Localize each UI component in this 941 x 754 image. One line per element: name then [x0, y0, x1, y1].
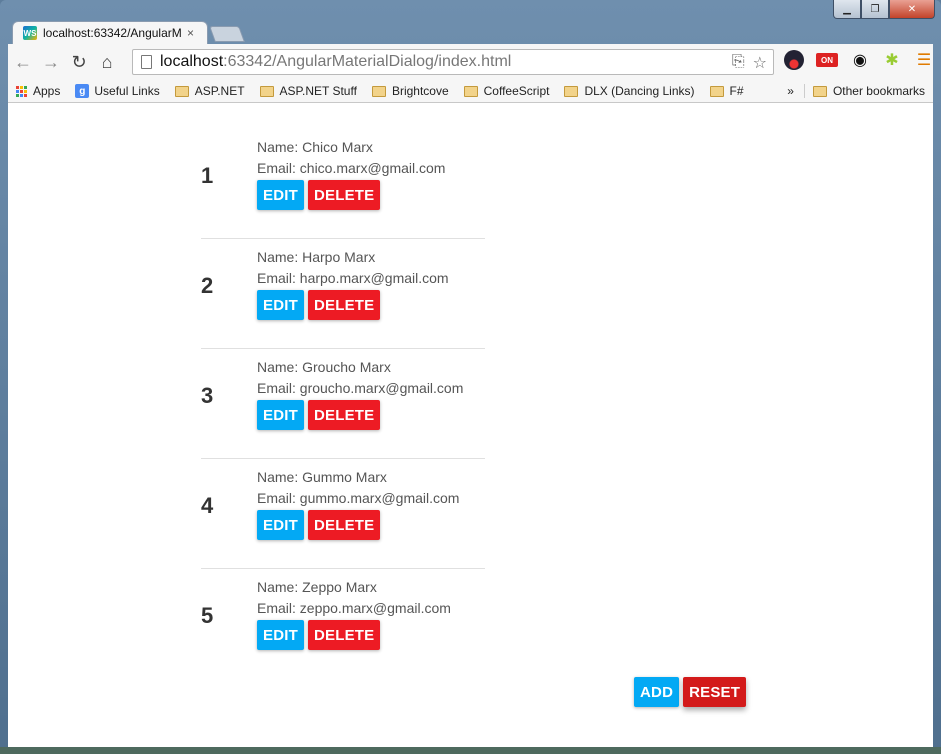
- bookmark-label: Apps: [33, 84, 61, 98]
- item-number: 4: [201, 493, 214, 518]
- star-icon[interactable]: ☆: [753, 53, 767, 73]
- item-name: Name: Harpo Marx: [257, 249, 376, 265]
- speedometer-extension-icon[interactable]: [784, 50, 804, 70]
- browser-window: ▁ ❐ ✕ WS localhost:63342/AngularM × ← → …: [0, 0, 941, 754]
- item-email: Email: zeppo.marx@gmail.com: [257, 600, 451, 616]
- bookmark-folder-coffeescript[interactable]: CoffeeScript: [463, 84, 550, 98]
- item-email: Email: groucho.marx@gmail.com: [257, 380, 464, 396]
- bookmark-label: Brightcove: [391, 84, 449, 98]
- item-name: Name: Gummo Marx: [257, 469, 387, 485]
- edit-button[interactable]: EDIT: [257, 620, 304, 650]
- list-actions: ADD RESET: [634, 677, 747, 707]
- browser-toolbar: ← → ↻ ⌂ localhost:63342/AngularMaterialD…: [8, 44, 933, 80]
- bookmarks-bar: Apps g Useful Links ASP.NET ASP.NET Stuf…: [8, 80, 933, 103]
- reset-button[interactable]: RESET: [683, 677, 747, 707]
- bookmark-useful-links[interactable]: g Useful Links: [75, 84, 160, 98]
- item-name: Name: Zeppo Marx: [257, 579, 377, 595]
- tab-close-icon[interactable]: ×: [187, 26, 194, 40]
- bookmark-label: F#: [729, 84, 744, 98]
- omnibox-actions: ⎘ ☆: [732, 53, 767, 73]
- url-host: localhost: [160, 53, 224, 70]
- bookmark-folder-brightcove[interactable]: Brightcove: [371, 84, 449, 98]
- item-actions: EDIT DELETE: [257, 400, 381, 430]
- bookmark-label: ASP.NET Stuff: [279, 84, 357, 98]
- item-number: 2: [201, 273, 214, 298]
- bookmarks-overflow-button[interactable]: »: [787, 84, 794, 98]
- item-actions: EDIT DELETE: [257, 510, 381, 540]
- item-actions: EDIT DELETE: [257, 180, 381, 210]
- edit-button[interactable]: EDIT: [257, 290, 304, 320]
- delete-button[interactable]: DELETE: [307, 290, 381, 320]
- webstorm-favicon-icon: WS: [23, 26, 37, 40]
- list-item: 4 Name: Gummo Marx Email: gummo.marx@gma…: [201, 459, 485, 569]
- page-action-icon[interactable]: ⎘: [732, 53, 745, 73]
- add-button[interactable]: ADD: [634, 677, 680, 707]
- folder-icon: [564, 85, 579, 97]
- window-frame-bottom: [0, 747, 941, 754]
- bookmark-label: CoffeeScript: [483, 84, 550, 98]
- edit-button[interactable]: EDIT: [257, 180, 304, 210]
- people-list: 1 Name: Chico Marx Email: chico.marx@gma…: [201, 129, 485, 679]
- item-name: Name: Groucho Marx: [257, 359, 391, 375]
- list-item: 3 Name: Groucho Marx Email: groucho.marx…: [201, 349, 485, 459]
- tab-title: localhost:63342/AngularM: [43, 26, 182, 40]
- item-actions: EDIT DELETE: [257, 620, 381, 650]
- item-email: Email: chico.marx@gmail.com: [257, 160, 446, 176]
- apps-grid-icon: [16, 85, 27, 97]
- page-viewport: 1 Name: Chico Marx Email: chico.marx@gma…: [8, 103, 933, 747]
- folder-icon: [463, 85, 478, 97]
- item-name: Name: Chico Marx: [257, 139, 373, 155]
- bookmark-label: Useful Links: [94, 84, 160, 98]
- item-number: 5: [201, 603, 214, 628]
- edit-button[interactable]: EDIT: [257, 400, 304, 430]
- delete-button[interactable]: DELETE: [307, 180, 381, 210]
- new-tab-button[interactable]: [209, 26, 245, 42]
- bookmark-folder-aspnet-stuff[interactable]: ASP.NET Stuff: [259, 84, 357, 98]
- on-extension-icon[interactable]: ON: [816, 53, 838, 67]
- address-bar[interactable]: localhost:63342/AngularMaterialDialog/in…: [132, 49, 774, 75]
- folder-icon: [812, 85, 827, 97]
- home-button[interactable]: ⌂: [94, 49, 120, 75]
- eye-extension-icon[interactable]: ◉: [850, 50, 870, 70]
- delete-button[interactable]: DELETE: [307, 620, 381, 650]
- google-icon: g: [75, 84, 90, 98]
- bookmark-folder-aspnet[interactable]: ASP.NET: [174, 84, 245, 98]
- list-item: 2 Name: Harpo Marx Email: harpo.marx@gma…: [201, 239, 485, 349]
- item-email: Email: gummo.marx@gmail.com: [257, 490, 460, 506]
- reload-button[interactable]: ↻: [66, 49, 92, 75]
- forward-button[interactable]: →: [38, 49, 64, 75]
- url-path: :63342/AngularMaterialDialog/index.html: [223, 53, 512, 70]
- bookmark-label: DLX (Dancing Links): [584, 84, 695, 98]
- bookmark-folder-dlx[interactable]: DLX (Dancing Links): [564, 84, 695, 98]
- list-item: 5 Name: Zeppo Marx Email: zeppo.marx@gma…: [201, 569, 485, 679]
- browser-tab[interactable]: WS localhost:63342/AngularM ×: [12, 21, 208, 44]
- page-icon: [141, 55, 152, 69]
- delete-button[interactable]: DELETE: [307, 400, 381, 430]
- item-number: 1: [201, 163, 214, 188]
- bookmark-other-bookmarks[interactable]: Other bookmarks: [803, 84, 925, 98]
- folder-icon: [259, 85, 274, 97]
- extension-icons: ON ◉ ✱ ☰: [784, 50, 934, 70]
- android-extension-icon[interactable]: ✱: [882, 50, 902, 70]
- bookmark-folder-fsharp[interactable]: F#: [709, 84, 744, 98]
- bookmark-label: Other bookmarks: [832, 84, 925, 98]
- folder-icon: [371, 85, 386, 97]
- back-button[interactable]: ←: [10, 49, 36, 75]
- delete-button[interactable]: DELETE: [307, 510, 381, 540]
- tab-strip: WS localhost:63342/AngularM ×: [0, 0, 941, 44]
- edit-button[interactable]: EDIT: [257, 510, 304, 540]
- bookmark-label: ASP.NET: [194, 84, 245, 98]
- list-item: 1 Name: Chico Marx Email: chico.marx@gma…: [201, 129, 485, 239]
- folder-icon: [709, 85, 724, 97]
- bookmark-apps[interactable]: Apps: [8, 84, 60, 98]
- item-number: 3: [201, 383, 214, 408]
- item-email: Email: harpo.marx@gmail.com: [257, 270, 449, 286]
- item-actions: EDIT DELETE: [257, 290, 381, 320]
- chrome-menu-icon[interactable]: ☰: [914, 50, 934, 70]
- folder-icon: [174, 85, 189, 97]
